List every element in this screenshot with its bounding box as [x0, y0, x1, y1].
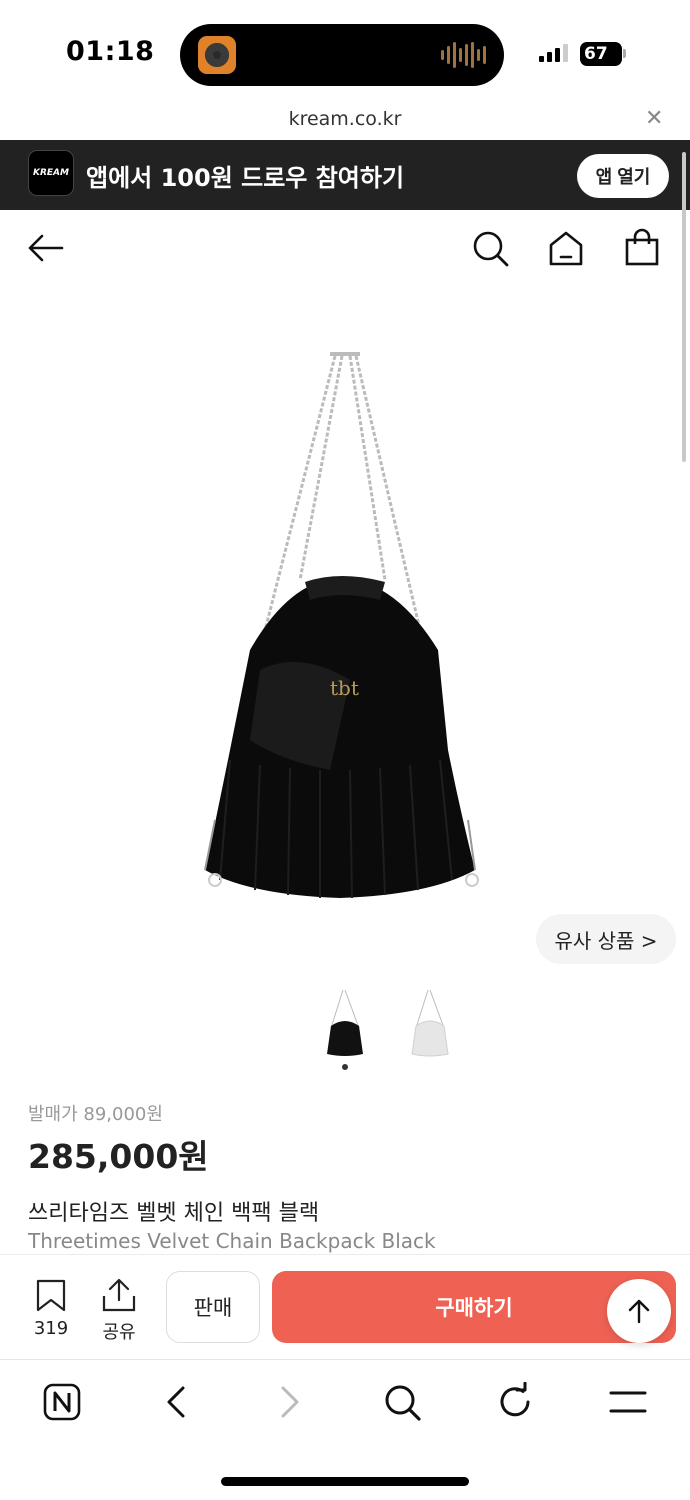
menu-icon[interactable]: [604, 1378, 652, 1426]
album-art-icon: [198, 36, 236, 74]
bookmark-icon[interactable]: [34, 1278, 68, 1316]
sell-button[interactable]: 판매: [166, 1271, 260, 1343]
thumbnail-black[interactable]: [323, 988, 367, 1060]
share-label: 공유: [102, 1322, 136, 1343]
shopping-bag-icon[interactable]: [622, 228, 662, 268]
browser-back-icon[interactable]: [152, 1378, 200, 1426]
back-arrow-icon[interactable]: [26, 228, 66, 268]
banner-message[interactable]: 앱에서 100원 드로우 참여하기: [86, 158, 404, 193]
scroll-indicator: [682, 152, 686, 462]
product-price: 285,000원: [28, 1137, 209, 1176]
audio-wave-icon: [441, 42, 486, 68]
product-image[interactable]: tbt: [190, 350, 500, 910]
battery-level: 67: [584, 44, 608, 64]
refresh-icon[interactable]: [491, 1378, 539, 1426]
svg-text:tbt: tbt: [330, 676, 359, 700]
search-icon[interactable]: [470, 228, 510, 268]
signal-icon: [539, 44, 568, 62]
release-price: 발매가 89,000원: [28, 1104, 163, 1125]
battery-nub: [623, 49, 626, 58]
battery-icon: 67: [580, 42, 622, 66]
status-time: 01:18: [66, 36, 155, 67]
dynamic-island: [180, 24, 504, 86]
arrow-up-icon: [628, 1299, 650, 1324]
close-icon[interactable]: ✕: [645, 106, 663, 131]
open-app-button[interactable]: 앱 열기: [577, 154, 669, 198]
browser-forward-icon: [266, 1378, 314, 1426]
kream-logo: KREAM: [28, 150, 74, 196]
app-banner: KREAM 앱에서 100원 드로우 참여하기 앱 열기: [0, 140, 690, 210]
thumbnail-white[interactable]: [408, 988, 452, 1060]
similar-products-button[interactable]: 유사 상품 >: [536, 914, 676, 964]
home-indicator: [221, 1477, 469, 1486]
share-icon[interactable]: [101, 1278, 137, 1316]
bookmark-count: 319: [33, 1318, 69, 1339]
naver-icon[interactable]: [38, 1378, 86, 1426]
home-icon[interactable]: [546, 228, 586, 268]
product-name-korean: 쓰리타임즈 벨벳 체인 백팩 블랙: [28, 1201, 320, 1226]
product-name-english: Threetimes Velvet Chain Backpack Black: [28, 1229, 436, 1253]
url-text[interactable]: kream.co.kr: [0, 108, 690, 130]
thumbnail-indicator-dot: [342, 1064, 348, 1070]
scroll-to-top-button[interactable]: [607, 1279, 671, 1343]
browser-search-icon[interactable]: [378, 1378, 426, 1426]
